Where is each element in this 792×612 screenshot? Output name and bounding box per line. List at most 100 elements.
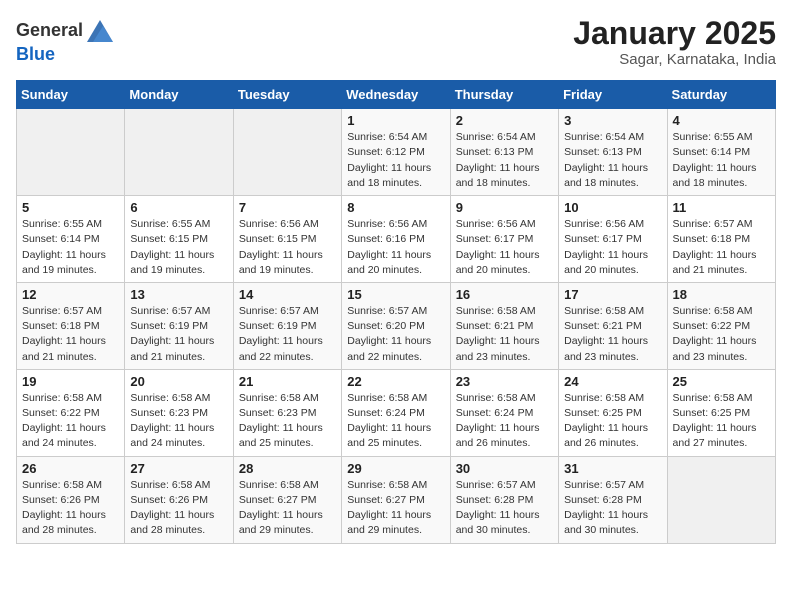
day-cell: 23Sunrise: 6:58 AMSunset: 6:24 PMDayligh…	[450, 369, 558, 456]
day-cell: 5Sunrise: 6:55 AMSunset: 6:14 PMDaylight…	[17, 196, 125, 283]
day-number: 8	[347, 200, 444, 215]
day-number: 7	[239, 200, 336, 215]
day-detail: Sunrise: 6:54 AMSunset: 6:12 PMDaylight:…	[347, 130, 444, 191]
day-number: 12	[22, 287, 119, 302]
day-cell: 18 Sunrise: 6:58 AMSunset: 6:22 PMDayligh…	[667, 282, 775, 369]
day-detail: Sunrise: 6:54 AMSunset: 6:13 PMDaylight:…	[564, 130, 661, 191]
day-detail: Sunrise: 6:55 AMSunset: 6:15 PMDaylight:…	[130, 217, 227, 278]
day-cell: 16Sunrise: 6:58 AMSunset: 6:21 PMDayligh…	[450, 282, 558, 369]
day-number: 11	[673, 200, 770, 215]
day-number: 6	[130, 200, 227, 215]
day-cell: 24 Sunrise: 6:58 AMSunset: 6:25 PMDayligh…	[559, 369, 667, 456]
day-number: 14	[239, 287, 336, 302]
day-cell: 8 Sunrise: 6:56 AMSunset: 6:16 PMDaylight…	[342, 196, 450, 283]
day-cell: 3 Sunrise: 6:54 AMSunset: 6:13 PMDaylight…	[559, 109, 667, 196]
day-number: 26	[22, 461, 119, 476]
day-header-saturday: Saturday	[667, 81, 775, 109]
day-detail: Sunrise: 6:58 AMSunset: 6:26 PMDaylight:…	[130, 478, 227, 539]
day-cell: 22 Sunrise: 6:58 AMSunset: 6:24 PMDayligh…	[342, 369, 450, 456]
day-number: 18	[673, 287, 770, 302]
logo-general: General	[16, 20, 83, 41]
calendar-subtitle: Sagar, Karnataka, India	[573, 51, 776, 68]
logo-icon	[85, 16, 115, 44]
day-detail: Sunrise: 6:57 AMSunset: 6:19 PMDaylight:…	[239, 304, 336, 365]
day-detail: Sunrise: 6:54 AMSunset: 6:13 PMDaylight:…	[456, 130, 553, 191]
day-header-friday: Friday	[559, 81, 667, 109]
day-cell: 21 Sunrise: 6:58 AMSunset: 6:23 PMDayligh…	[233, 369, 341, 456]
day-detail: Sunrise: 6:58 AMSunset: 6:24 PMDaylight:…	[456, 391, 553, 452]
day-number: 1	[347, 113, 444, 128]
day-number: 21	[239, 374, 336, 389]
week-row-4: 26 Sunrise: 6:58 AMSunset: 6:26 PMDayligh…	[17, 456, 776, 543]
day-cell: 10 Sunrise: 6:56 AMSunset: 6:17 PMDayligh…	[559, 196, 667, 283]
day-number: 3	[564, 113, 661, 128]
day-detail: Sunrise: 6:58 AMSunset: 6:27 PMDaylight:…	[347, 478, 444, 539]
day-cell	[233, 109, 341, 196]
day-detail: Sunrise: 6:57 AMSunset: 6:18 PMDaylight:…	[22, 304, 119, 365]
week-row-0: 1 Sunrise: 6:54 AMSunset: 6:12 PMDaylight…	[17, 109, 776, 196]
day-number: 22	[347, 374, 444, 389]
day-detail: Sunrise: 6:58 AMSunset: 6:22 PMDaylight:…	[22, 391, 119, 452]
day-number: 4	[673, 113, 770, 128]
day-cell: 19 Sunrise: 6:58 AMSunset: 6:22 PMDayligh…	[17, 369, 125, 456]
day-detail: Sunrise: 6:56 AMSunset: 6:15 PMDaylight:…	[239, 217, 336, 278]
logo-blue: Blue	[16, 44, 55, 64]
day-detail: Sunrise: 6:57 AMSunset: 6:28 PMDaylight:…	[564, 478, 661, 539]
day-cell	[125, 109, 233, 196]
day-detail: Sunrise: 6:58 AMSunset: 6:21 PMDaylight:…	[564, 304, 661, 365]
day-number: 13	[130, 287, 227, 302]
week-row-2: 12 Sunrise: 6:57 AMSunset: 6:18 PMDayligh…	[17, 282, 776, 369]
day-number: 10	[564, 200, 661, 215]
day-cell: 12 Sunrise: 6:57 AMSunset: 6:18 PMDayligh…	[17, 282, 125, 369]
day-number: 5	[22, 200, 119, 215]
day-number: 30	[456, 461, 553, 476]
day-cell: 7 Sunrise: 6:56 AMSunset: 6:15 PMDaylight…	[233, 196, 341, 283]
day-cell: 9 Sunrise: 6:56 AMSunset: 6:17 PMDaylight…	[450, 196, 558, 283]
day-detail: Sunrise: 6:58 AMSunset: 6:21 PMDaylight:…	[456, 304, 553, 365]
day-detail: Sunrise: 6:58 AMSunset: 6:23 PMDaylight:…	[239, 391, 336, 452]
day-cell: 26 Sunrise: 6:58 AMSunset: 6:26 PMDayligh…	[17, 456, 125, 543]
day-number: 24	[564, 374, 661, 389]
day-cell: 29 Sunrise: 6:58 AMSunset: 6:27 PMDayligh…	[342, 456, 450, 543]
calendar-table: SundayMondayTuesdayWednesdayThursdayFrid…	[16, 80, 776, 543]
day-detail: Sunrise: 6:57 AMSunset: 6:18 PMDaylight:…	[673, 217, 770, 278]
day-cell: 13 Sunrise: 6:57 AMSunset: 6:19 PMDayligh…	[125, 282, 233, 369]
day-detail: Sunrise: 6:56 AMSunset: 6:17 PMDaylight:…	[456, 217, 553, 278]
day-detail: Sunrise: 6:58 AMSunset: 6:22 PMDaylight:…	[673, 304, 770, 365]
day-cell: 17 Sunrise: 6:58 AMSunset: 6:21 PMDayligh…	[559, 282, 667, 369]
day-cell: 1 Sunrise: 6:54 AMSunset: 6:12 PMDaylight…	[342, 109, 450, 196]
day-detail: Sunrise: 6:56 AMSunset: 6:16 PMDaylight:…	[347, 217, 444, 278]
day-number: 25	[673, 374, 770, 389]
day-detail: Sunrise: 6:57 AMSunset: 6:19 PMDaylight:…	[130, 304, 227, 365]
day-number: 29	[347, 461, 444, 476]
header: General Blue January 2025 Sagar, Karnata…	[16, 16, 776, 68]
day-number: 2	[456, 113, 553, 128]
day-detail: Sunrise: 6:57 AMSunset: 6:28 PMDaylight:…	[456, 478, 553, 539]
day-number: 15	[347, 287, 444, 302]
day-number: 17	[564, 287, 661, 302]
day-number: 9	[456, 200, 553, 215]
day-number: 20	[130, 374, 227, 389]
day-detail: Sunrise: 6:56 AMSunset: 6:17 PMDaylight:…	[564, 217, 661, 278]
day-detail: Sunrise: 6:58 AMSunset: 6:25 PMDaylight:…	[564, 391, 661, 452]
day-header-wednesday: Wednesday	[342, 81, 450, 109]
day-cell: 6 Sunrise: 6:55 AMSunset: 6:15 PMDaylight…	[125, 196, 233, 283]
day-detail: Sunrise: 6:58 AMSunset: 6:26 PMDaylight:…	[22, 478, 119, 539]
day-header-thursday: Thursday	[450, 81, 558, 109]
day-header-sunday: Sunday	[17, 81, 125, 109]
day-detail: Sunrise: 6:58 AMSunset: 6:27 PMDaylight:…	[239, 478, 336, 539]
day-header-monday: Monday	[125, 81, 233, 109]
day-number: 19	[22, 374, 119, 389]
day-cell	[17, 109, 125, 196]
day-detail: Sunrise: 6:58 AMSunset: 6:24 PMDaylight:…	[347, 391, 444, 452]
day-cell: 27Sunrise: 6:58 AMSunset: 6:26 PMDayligh…	[125, 456, 233, 543]
day-header-row: SundayMondayTuesdayWednesdayThursdayFrid…	[17, 81, 776, 109]
day-detail: Sunrise: 6:58 AMSunset: 6:25 PMDaylight:…	[673, 391, 770, 452]
day-cell	[667, 456, 775, 543]
calendar-title: January 2025	[573, 16, 776, 51]
week-row-1: 5Sunrise: 6:55 AMSunset: 6:14 PMDaylight…	[17, 196, 776, 283]
day-detail: Sunrise: 6:57 AMSunset: 6:20 PMDaylight:…	[347, 304, 444, 365]
day-number: 31	[564, 461, 661, 476]
day-cell: 30 Sunrise: 6:57 AMSunset: 6:28 PMDayligh…	[450, 456, 558, 543]
day-cell: 28Sunrise: 6:58 AMSunset: 6:27 PMDayligh…	[233, 456, 341, 543]
